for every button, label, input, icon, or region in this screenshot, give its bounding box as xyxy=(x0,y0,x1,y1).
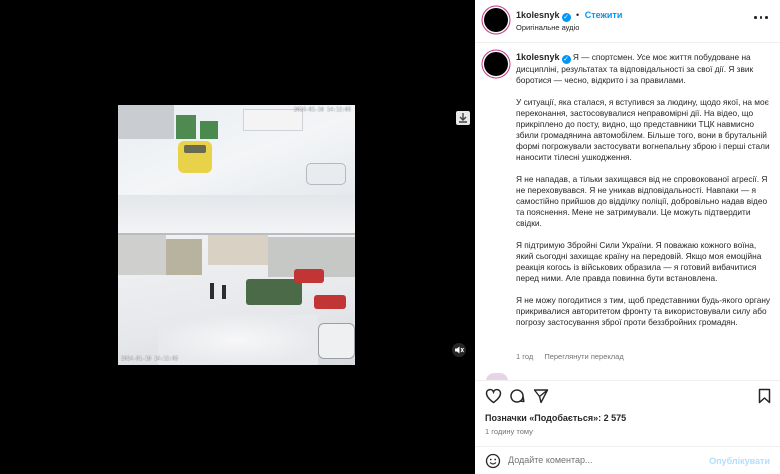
caption-text: 1kolesnyk ✓ Я — спортсмен. Усе моє життя … xyxy=(516,52,771,339)
comment-input[interactable] xyxy=(508,455,708,465)
heart-icon[interactable] xyxy=(485,388,502,404)
bookmark-icon[interactable] xyxy=(758,388,771,404)
caption-paragraph: Я не нападав, а тільки захищався від не … xyxy=(516,174,768,228)
verified-icon: ✓ xyxy=(561,13,571,22)
emoji-icon[interactable] xyxy=(485,453,501,469)
red-car xyxy=(314,295,346,309)
building xyxy=(208,235,268,265)
green-truck xyxy=(246,279,302,305)
caption-area: 1kolesnyk ✓ Я — спортсмен. Усе моє життя … xyxy=(475,44,780,366)
building xyxy=(118,235,166,275)
caption-paragraph: Я підтримую Збройні Сили України. Я пова… xyxy=(516,240,762,283)
cam2-timestamp: 2024-01-10 14:12:05 xyxy=(121,356,179,362)
caption-paragraph: Я не можу погодитися з тим, щоб представ… xyxy=(516,295,771,327)
avatar[interactable] xyxy=(484,8,508,32)
snow xyxy=(118,195,355,233)
download-icon[interactable] xyxy=(456,111,470,125)
follow-button[interactable]: Стежити xyxy=(585,10,623,20)
verified-icon: ✓ xyxy=(561,55,571,64)
caption-username[interactable]: 1kolesnyk xyxy=(516,52,560,62)
publish-button[interactable]: Опублікувати xyxy=(709,456,770,466)
dumpster xyxy=(176,115,196,139)
username-link[interactable]: 1kolesnyk xyxy=(516,10,560,20)
building xyxy=(118,105,174,139)
media-area: 2024-01-10 14:12:05 2024-01-10 14:12:05 xyxy=(0,0,475,474)
white-suv xyxy=(318,323,355,359)
post-time: 1 год xyxy=(516,352,534,361)
red-car xyxy=(294,269,324,283)
dot-separator: • xyxy=(576,10,580,20)
video-player[interactable]: 2024-01-10 14:12:05 2024-01-10 14:12:05 xyxy=(118,105,355,365)
share-icon[interactable] xyxy=(533,388,549,404)
actions-bar: Позначки «Подобається»: 2 575 1 годину т… xyxy=(475,380,780,474)
likes-count[interactable]: Позначки «Подобається»: 2 575 xyxy=(485,413,626,423)
post-header: 1kolesnyk ✓ • Стежити Оригінальне аудіо xyxy=(475,0,780,43)
person xyxy=(222,285,226,299)
caption-paragraph: У ситуації, яка сталася, я вступився за … xyxy=(516,97,770,162)
person xyxy=(210,283,214,299)
camera-view-top: 2024-01-10 14:12:05 xyxy=(118,105,355,233)
translate-link[interactable]: Переглянути переклад xyxy=(544,352,623,361)
snow xyxy=(158,315,318,365)
white-car xyxy=(306,163,346,185)
building xyxy=(166,239,202,275)
post-age: 1 годину тому xyxy=(485,427,533,436)
audio-link[interactable]: Оригінальне аудіо xyxy=(516,23,579,32)
comment-icon[interactable] xyxy=(509,388,525,404)
mute-icon[interactable] xyxy=(452,343,466,357)
caption-avatar[interactable] xyxy=(484,52,508,76)
car-window xyxy=(184,145,206,153)
camera-view-bottom: 2024-01-10 14:12:05 xyxy=(118,235,355,365)
header-title: 1kolesnyk ✓ • Стежити xyxy=(516,10,622,22)
add-comment-bar: Опублікувати xyxy=(475,446,780,474)
cam1-timestamp: 2024-01-10 14:12:05 xyxy=(293,107,351,113)
post-panel: 1kolesnyk ✓ • Стежити Оригінальне аудіо 1… xyxy=(475,0,780,474)
caption-meta: 1 год Переглянути переклад xyxy=(516,352,624,361)
more-icon[interactable] xyxy=(754,12,768,22)
dumpster xyxy=(200,121,218,139)
